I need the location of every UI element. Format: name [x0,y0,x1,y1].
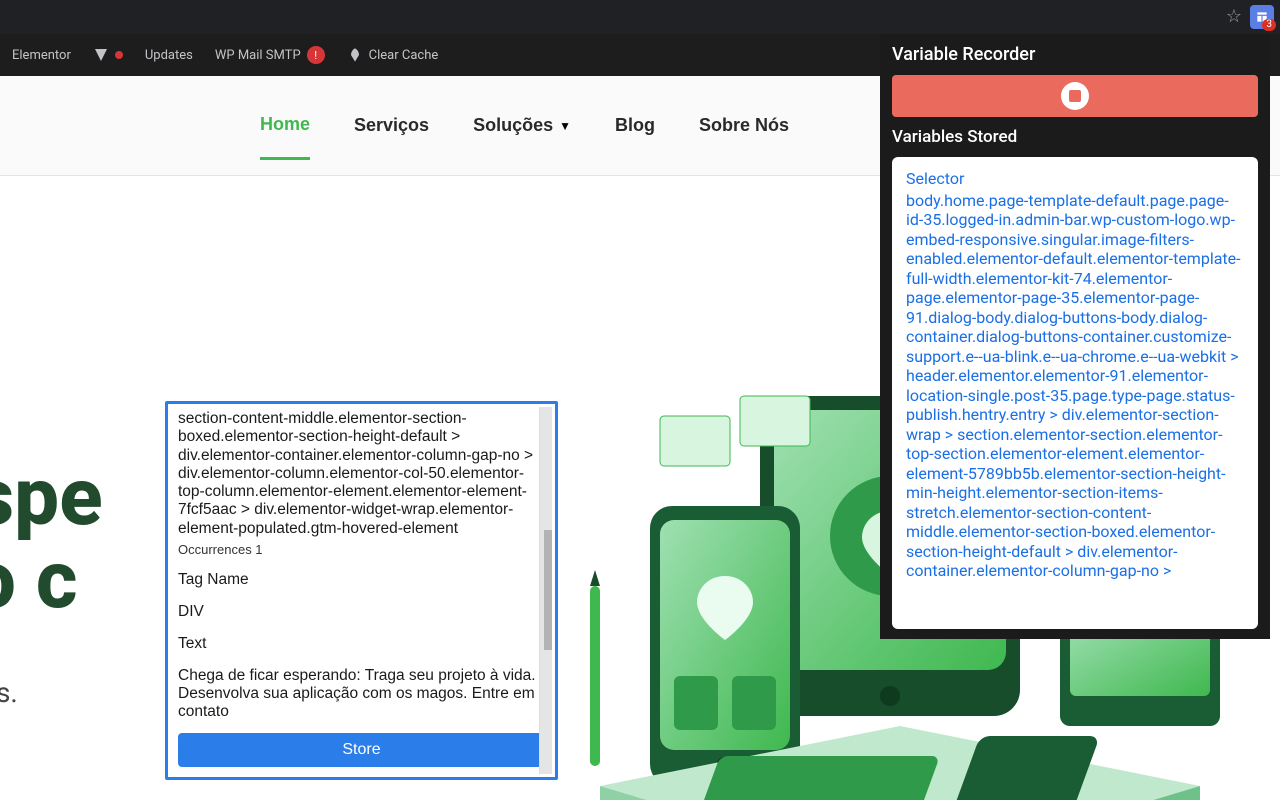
hero-subtext: os. [0,676,18,709]
adminbar-updates[interactable]: Updates [145,48,193,63]
hero-heading: r espe jeto c [0,456,103,622]
stored-variable-selector: body.home.page-template-default.page.pag… [906,191,1244,581]
status-dot-icon [115,51,123,59]
element-inspector-popup: section-content-middle.elementor-section… [165,401,558,780]
inspector-text-label: Text [178,635,545,653]
rocket-icon [347,47,363,63]
inspector-occurrences: Occurrences 1 [178,542,545,557]
stored-variable-entry[interactable]: Selector body.home.page-template-default… [892,157,1258,629]
adminbar-elementor[interactable]: Elementor [12,48,71,63]
stop-record-button[interactable] [892,75,1258,117]
panel-stored-title: Variables Stored [892,127,1258,147]
store-button[interactable]: Store [178,733,545,767]
yoast-icon [93,47,109,63]
nav-solucoes[interactable]: Soluções ▼ [473,115,571,136]
adminbar-clearcache[interactable]: Clear Cache [347,47,439,63]
browser-chrome: ☆ [0,0,1280,34]
nav-home[interactable]: Home [260,114,310,160]
nav-servicos[interactable]: Serviços [354,115,429,136]
nav-sobre[interactable]: Sobre Nós [699,115,789,136]
inspector-tagname-value: DIV [178,603,545,621]
extension-badge[interactable] [1250,5,1274,29]
variable-recorder-panel: Variable Recorder Variables Stored Selec… [880,34,1270,639]
stop-icon [1061,82,1089,110]
alert-badge-icon: ! [307,46,325,64]
panel-title: Variable Recorder [892,44,1258,65]
inspector-selector: section-content-middle.elementor-section… [178,410,545,538]
nav-blog[interactable]: Blog [615,115,655,136]
inspector-tagname-label: Tag Name [178,571,545,589]
bookmark-star-icon[interactable]: ☆ [1226,8,1242,26]
inspector-text-value: Chega de ficar esperando: Traga seu proj… [178,667,545,721]
adminbar-wpmail[interactable]: WP Mail SMTP ! [215,46,325,64]
chevron-down-icon: ▼ [559,119,571,133]
stored-variable-header: Selector [906,169,1244,189]
adminbar-yoast[interactable] [93,47,123,63]
